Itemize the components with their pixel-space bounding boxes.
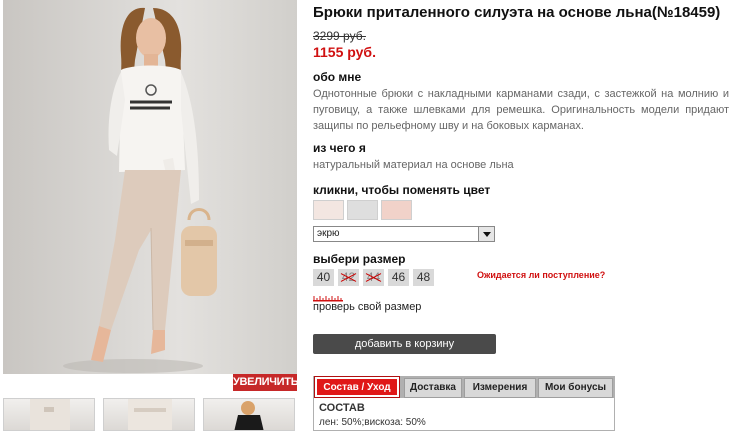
color-select-value: экрю bbox=[317, 228, 340, 239]
tab-measurements[interactable]: Измерения bbox=[464, 378, 536, 398]
tab-delivery[interactable]: Доставка bbox=[404, 378, 462, 398]
material-heading: из чего я bbox=[313, 141, 366, 155]
size-option-40[interactable]: 40 bbox=[313, 269, 334, 286]
composition-heading: СОСТАВ bbox=[319, 402, 365, 414]
thumbnail-image bbox=[30, 399, 70, 430]
about-text: Однотонные брюки с накладными карманами … bbox=[313, 88, 729, 132]
color-heading: кликни, чтобы поменять цвет bbox=[313, 183, 491, 197]
color-select[interactable]: экрю bbox=[313, 226, 495, 242]
thumbnail-1[interactable] bbox=[3, 398, 95, 431]
zoom-button[interactable]: УВЕЛИЧИТЬ bbox=[233, 374, 299, 391]
size-option-46[interactable]: 46 bbox=[388, 269, 409, 286]
color-swatch-3[interactable] bbox=[381, 200, 412, 220]
size-heading: выбери размер bbox=[313, 252, 406, 266]
size-option-44[interactable]: 44 bbox=[363, 269, 384, 286]
thumbnail-3[interactable] bbox=[203, 398, 295, 431]
tab-composition-care[interactable]: Состав / Уход bbox=[314, 376, 400, 398]
tab-panel: СОСТАВ лен: 50%;вискоза: 50% bbox=[313, 398, 615, 431]
info-tabs: Состав / Уход Доставка Измерения Мои бон… bbox=[313, 376, 615, 398]
product-title: Брюки приталенного силуэта на основе льн… bbox=[313, 4, 721, 21]
model-illustration bbox=[63, 7, 217, 373]
size-option-48[interactable]: 48 bbox=[413, 269, 434, 286]
color-swatch-2[interactable] bbox=[347, 200, 378, 220]
old-price: 3299 руб. bbox=[313, 29, 366, 43]
thumbnail-2[interactable] bbox=[103, 398, 195, 431]
chevron-down-icon[interactable] bbox=[478, 227, 494, 241]
product-main-photo[interactable] bbox=[3, 0, 297, 374]
size-option-42[interactable]: 42 bbox=[338, 269, 359, 286]
tab-my-bonuses[interactable]: Мои бонусы bbox=[538, 378, 613, 398]
add-to-cart-button[interactable]: добавить в корзину bbox=[313, 334, 496, 354]
thumbnail-image bbox=[234, 401, 264, 430]
availability-link[interactable]: Ожидается ли поступление? bbox=[477, 270, 605, 280]
thumbnail-image bbox=[128, 399, 172, 430]
color-swatch-1[interactable] bbox=[313, 200, 344, 220]
composition-value: лен: 50%;вискоза: 50% bbox=[319, 417, 426, 428]
material-text: натуральный материал на основе льна bbox=[313, 159, 514, 171]
about-heading: обо мне bbox=[313, 70, 362, 84]
check-size-link[interactable]: проверь свой размер bbox=[313, 301, 421, 313]
new-price: 1155 руб. bbox=[313, 44, 376, 60]
thumbnail-strip bbox=[3, 398, 297, 431]
